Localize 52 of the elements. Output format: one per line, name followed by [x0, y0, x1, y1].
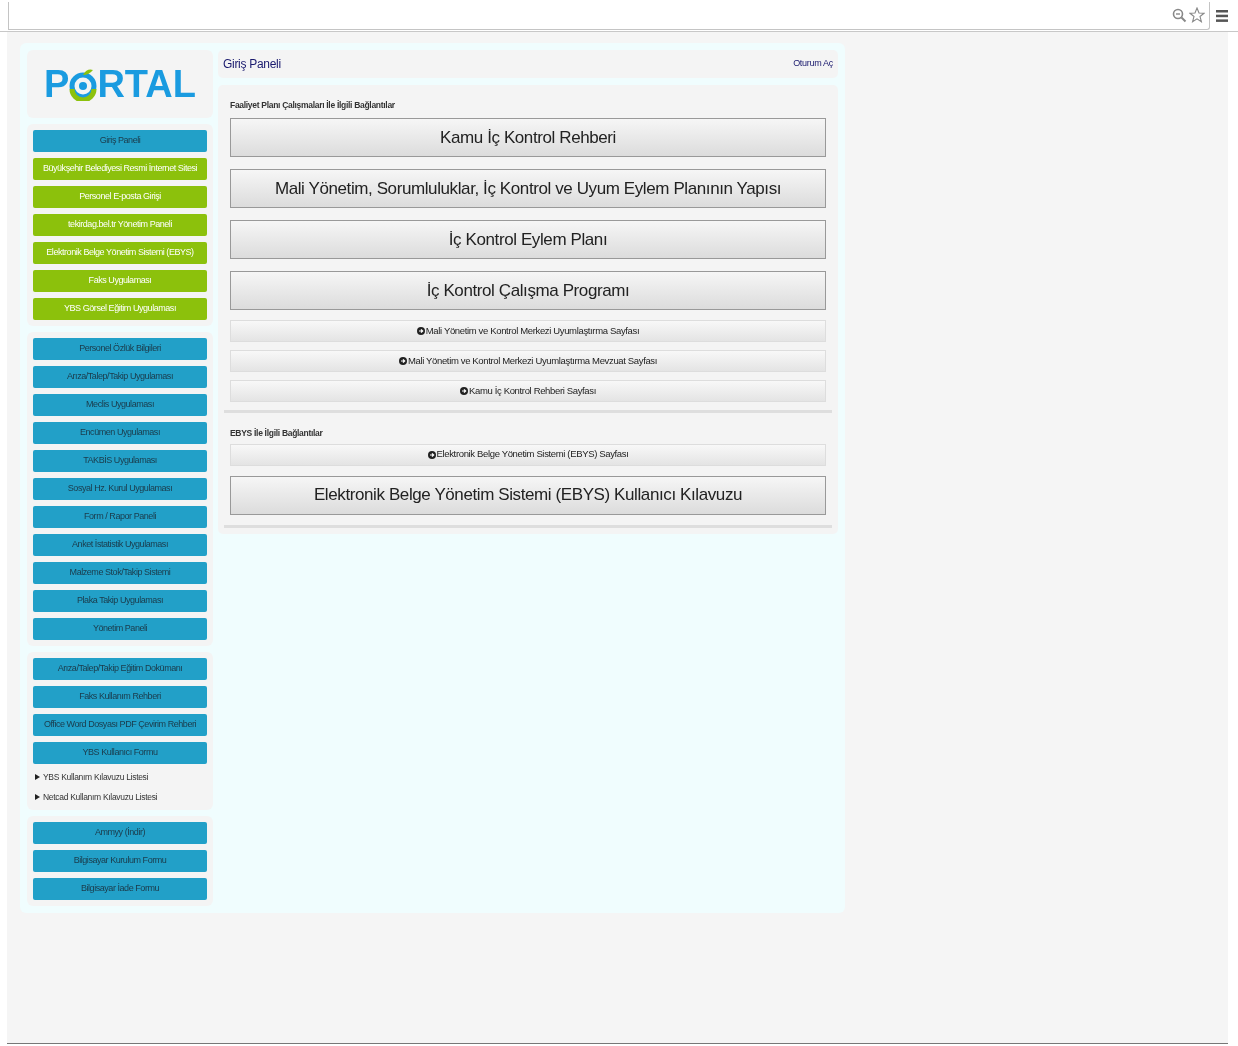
menu-button[interactable]: Personel E-posta Girişi [33, 186, 207, 208]
menu-button[interactable]: Personel Özlük Bilgileri [33, 338, 207, 360]
section-heading: Faaliyet Planı Çalışmaları İle İlgili Bağlantılar [229, 99, 396, 112]
menu-button[interactable]: Faks Kullanım Rehberi [33, 686, 207, 708]
logo-text: RTAL [97, 65, 196, 103]
star-icon[interactable] [1189, 7, 1205, 23]
menu-button[interactable]: Malzeme Stok/Takip Sistemi [33, 562, 207, 584]
link-button[interactable]: Elektronik Belge Yönetim Sistemi (EBYS) Kullanıcı Kılavuzu [230, 475, 826, 515]
menu-button[interactable]: TAKBİS Uygulaması [33, 450, 207, 472]
menu-icon[interactable] [1216, 9, 1228, 22]
link-button[interactable]: Mali Yönetim ve Kontrol Merkezi Uyumlaştırma Sayfası [230, 319, 826, 342]
section-heading: EBYS İle İlgili Bağlantılar [229, 426, 324, 440]
list-toggle-link[interactable]: Netcad Kullanım Kılavuzu Listesi [43, 790, 158, 804]
menu-button[interactable]: Elektronik Belge Yönetim Sistemi (EBYS) [33, 242, 207, 264]
menu-button[interactable]: Giriş Paneli [33, 130, 207, 152]
link-button[interactable]: İç Kontrol Eylem Planı [230, 219, 826, 259]
list-toggle-link[interactable]: YBS Kullanım Kılavuzu Listesi [43, 770, 149, 784]
menu-button[interactable]: Meclis Uygulaması [33, 394, 207, 416]
link-button[interactable]: Kamu İç Kontrol Rehberi [230, 117, 826, 157]
expand-arrow-icon[interactable] [35, 774, 40, 780]
menu-button[interactable]: YBS Görsel Eğitim Uygulaması [33, 298, 207, 320]
link-button[interactable]: Elektronik Belge Yönetim Sistemi (EBYS) Sayfası [230, 443, 826, 466]
arrow-circle-icon [398, 356, 407, 365]
menu-button[interactable]: YBS Kullanıcı Formu [33, 742, 207, 764]
link-button[interactable]: İç Kontrol Çalışma Programı [230, 270, 826, 310]
menu-button[interactable]: Ammyy (İndir) [33, 822, 207, 844]
link-button[interactable]: Kamu İç Kontrol Rehberi Sayfası [230, 379, 826, 402]
zoom-icon[interactable] [1172, 7, 1187, 23]
menu-button[interactable]: Yönetim Paneli [33, 618, 207, 640]
menu-button[interactable]: Faks Uygulaması [33, 270, 207, 292]
menu-button[interactable]: Büyükşehir Belediyesi Resmi İnternet Sitesi [33, 158, 207, 180]
menu-button[interactable]: Encümen Uygulaması [33, 422, 207, 444]
page-title: Giriş Paneli [223, 56, 281, 73]
login-link[interactable]: Oturum Aç [793, 57, 833, 71]
arrow-circle-icon [427, 450, 436, 459]
arrow-circle-icon [416, 326, 425, 335]
logo-text: P [44, 65, 70, 103]
menu-button[interactable]: tekirdag.bel.tr Yönetim Paneli [33, 214, 207, 236]
menu-button[interactable]: Arıza/Talep/Takip Uygulaması [33, 366, 207, 388]
menu-button[interactable]: Form / Rapor Paneli [33, 506, 207, 528]
menu-button[interactable]: Arıza/Talep/Takip Eğitim Dokümanı [33, 658, 207, 680]
menu-button[interactable]: Bilgisayar Kurulum Formu [33, 850, 207, 872]
menu-button[interactable]: Office Word Dosyası PDF Çevirim Rehberi [33, 714, 207, 736]
menu-button[interactable]: Bilgisayar İade Formu [33, 878, 207, 900]
menu-button[interactable]: Sosyal Hz. Kurul Uygulaması [33, 478, 207, 500]
menu-button[interactable]: Anket İstatistik Uygulaması [33, 534, 207, 556]
menu-button[interactable]: Plaka Takip Uygulaması [33, 590, 207, 612]
apple-icon [69, 67, 98, 101]
link-button[interactable]: Mali Yönetim, Sorumluluklar, İç Kontrol ve Uyum Eylem Planının Yapısı [230, 168, 826, 208]
arrow-circle-icon [460, 386, 468, 395]
link-button[interactable]: Mali Yönetim ve Kontrol Merkezi Uyumlaştırma Mevzuat Sayfası [230, 349, 826, 372]
expand-arrow-icon[interactable] [35, 794, 40, 800]
